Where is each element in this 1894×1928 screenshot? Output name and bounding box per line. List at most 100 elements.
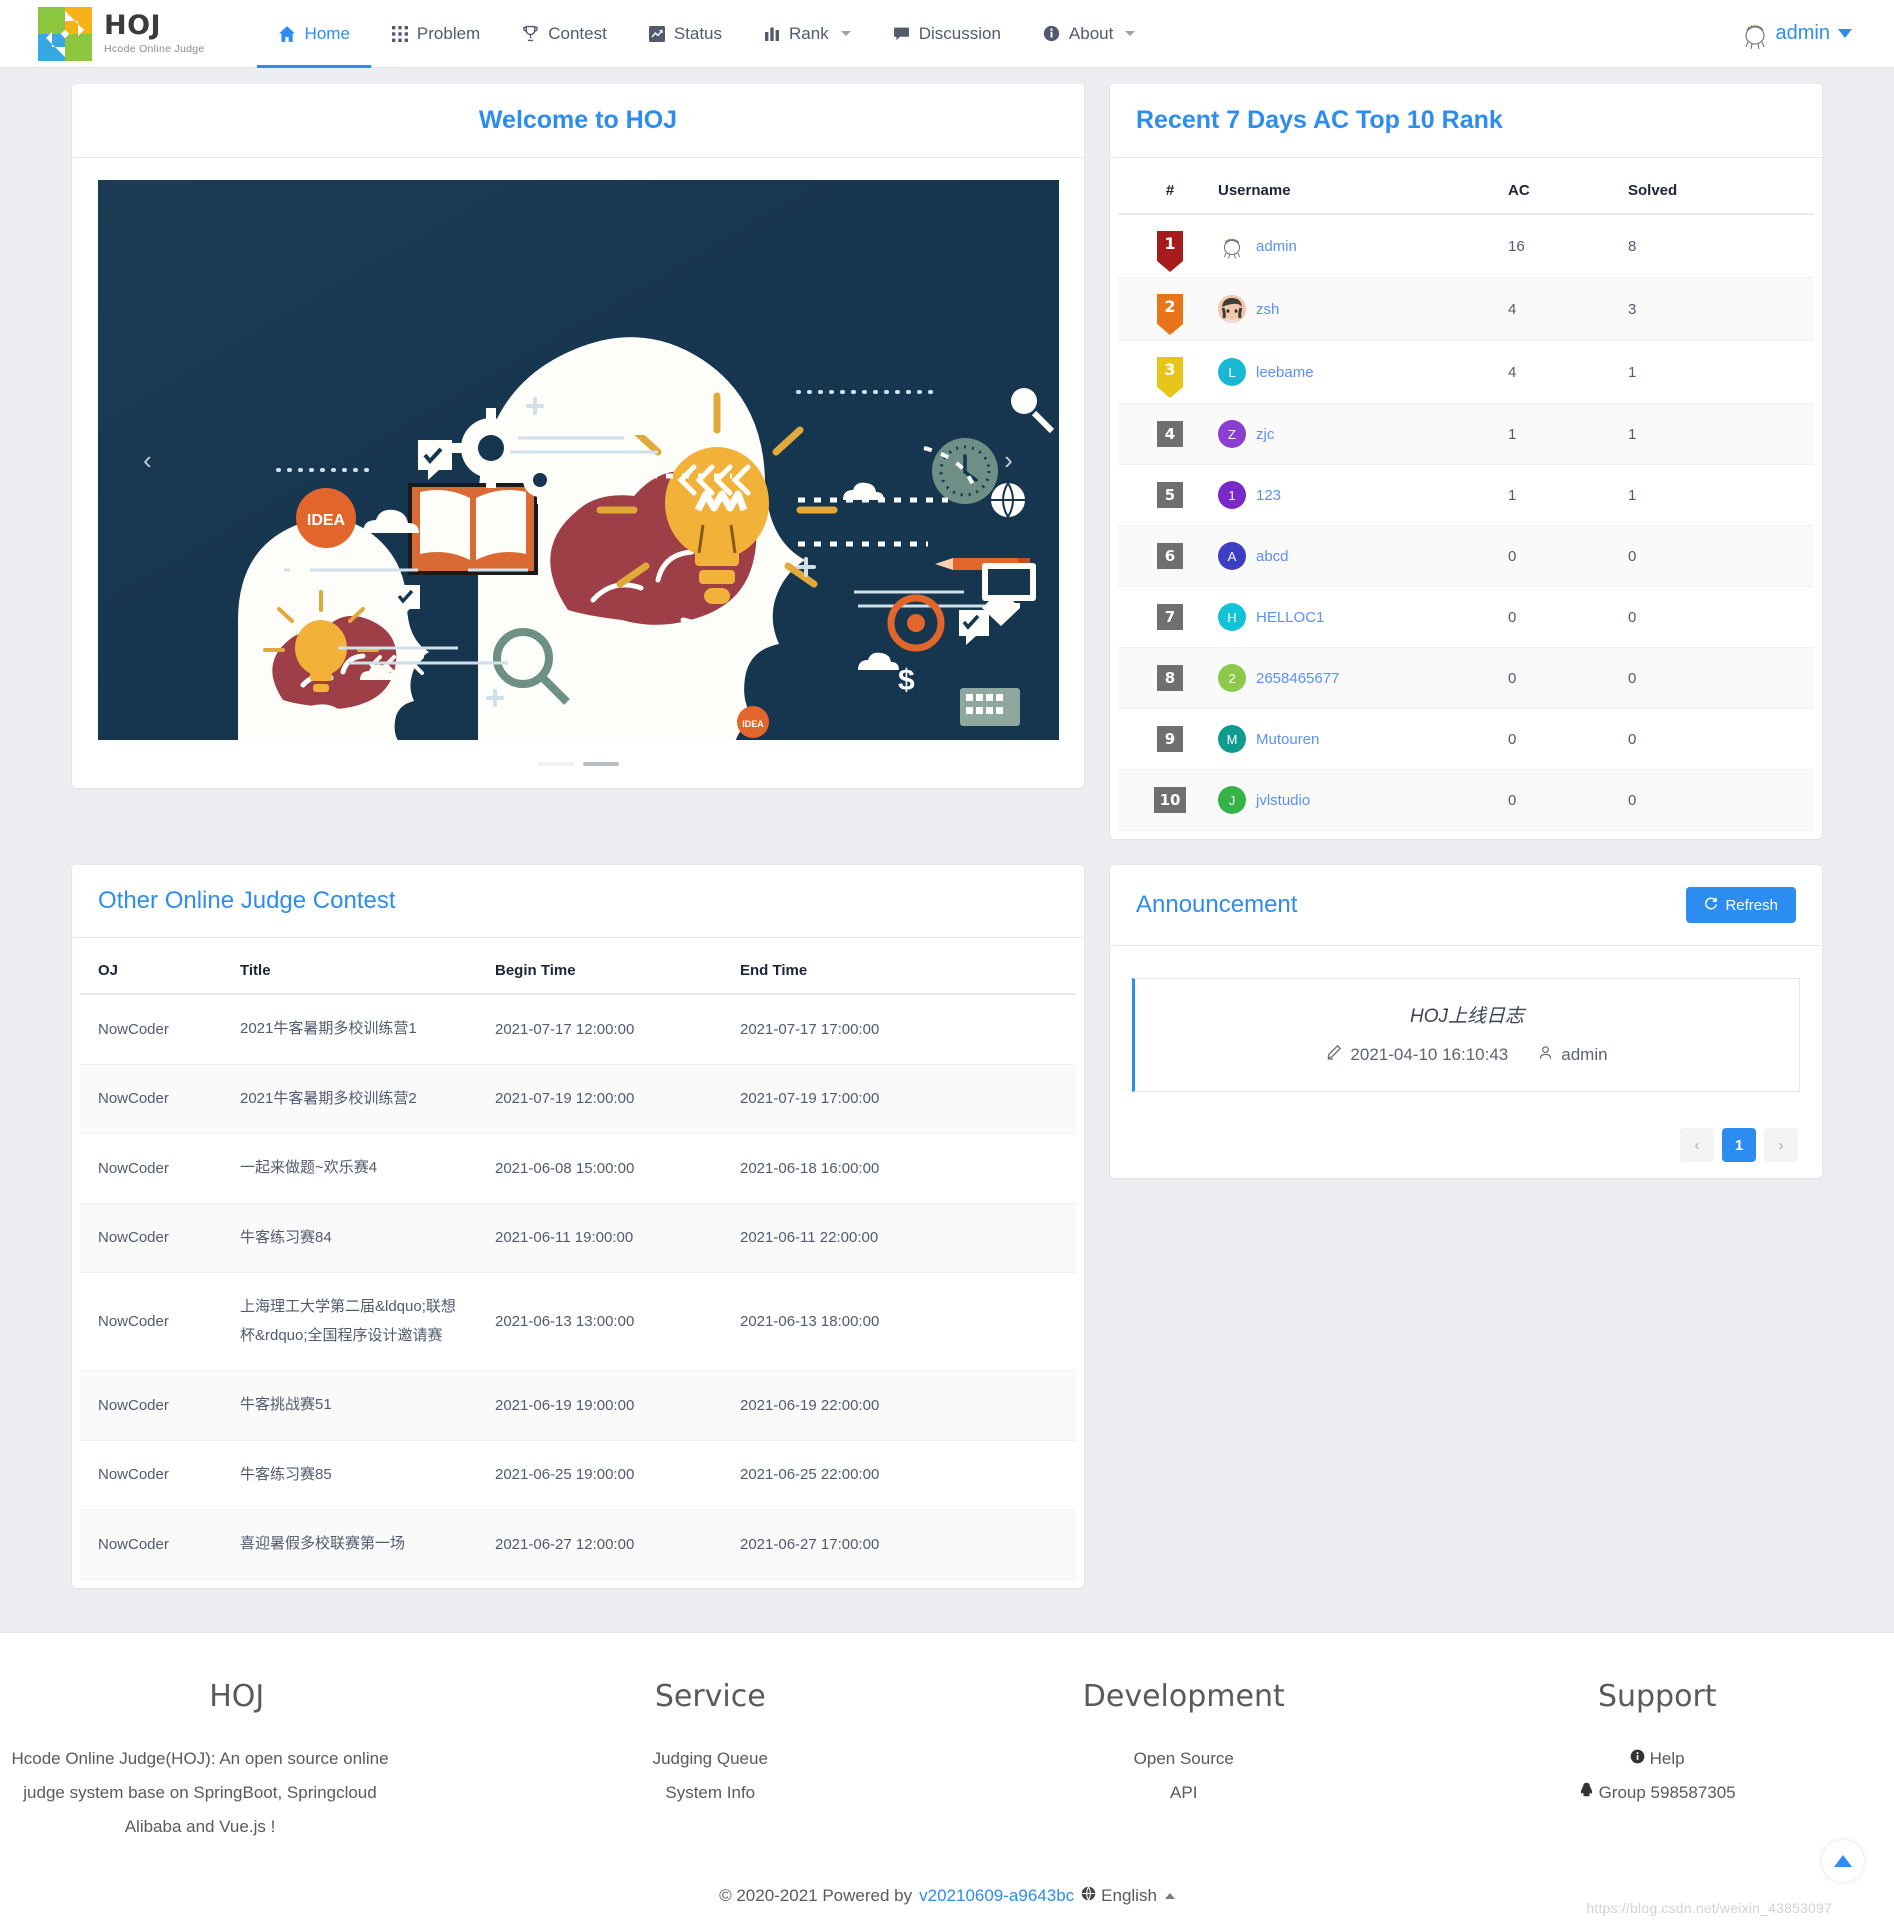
ac-count: 4 [1498, 341, 1618, 404]
end-time: 2021-07-17 17:00:00 [730, 994, 1076, 1064]
rank-number: 8 [1157, 665, 1183, 691]
nav-item-rank[interactable]: Rank [743, 0, 872, 68]
rank-column: Recent 7 Days AC Top 10 Rank # Username … [1110, 84, 1822, 865]
language-label: English [1101, 1886, 1157, 1906]
chevron-down-icon [1838, 29, 1852, 38]
nav-item-about[interactable]: About [1022, 0, 1156, 68]
pagination-next-button[interactable]: › [1764, 1128, 1798, 1162]
nav-item-contest[interactable]: Contest [501, 0, 628, 68]
trophy-icon [522, 25, 539, 42]
footer-link-help[interactable]: Help [1421, 1742, 1894, 1776]
end-time: 2021-06-19 22:00:00 [730, 1371, 1076, 1441]
footer-heading: Development [947, 1679, 1421, 1714]
carousel-prev-button[interactable]: ‹ [130, 442, 166, 478]
username-link[interactable]: zsh [1256, 301, 1279, 318]
rank-number: 10 [1154, 787, 1186, 813]
banner-carousel[interactable]: IDEA IDEA [98, 180, 1059, 740]
brand-logo[interactable]: HOJ Hcode Online Judge [38, 7, 205, 61]
rank-card-body: # Username AC Solved 1admin1682zsh433Lle… [1110, 158, 1822, 839]
table-row[interactable]: NowCoder2021牛客暑期多校训练营22021-07-19 12:00:0… [80, 1064, 1076, 1134]
home-icon [278, 25, 296, 43]
table-row[interactable]: 1admin168 [1118, 214, 1814, 278]
table-row[interactable]: 82265846567700 [1118, 648, 1814, 709]
username-link[interactable]: HELLOC1 [1256, 609, 1324, 626]
table-row[interactable]: NowCoder2021牛客暑期多校训练营12021-07-17 12:00:0… [80, 994, 1076, 1064]
rank-number: 2 [1164, 297, 1175, 316]
table-row[interactable]: 7HHELLOC100 [1118, 587, 1814, 648]
rank-table-header-row: # Username AC Solved [1118, 168, 1814, 214]
table-row[interactable]: 2zsh43 [1118, 278, 1814, 341]
username-link[interactable]: leebame [1256, 364, 1314, 381]
comment-icon [893, 25, 910, 42]
username-link[interactable]: 2658465677 [1256, 670, 1339, 687]
avatar-letter: L [1218, 358, 1246, 386]
footer-heading: HOJ [0, 1679, 474, 1714]
nav-item-home[interactable]: Home [257, 0, 371, 68]
avatar-letter: A [1218, 542, 1246, 570]
top-row: Welcome to HOJ [72, 84, 1822, 865]
table-row[interactable]: 6Aabcd00 [1118, 526, 1814, 587]
info-icon [1043, 25, 1060, 42]
end-time: 2021-07-19 17:00:00 [730, 1064, 1076, 1134]
solved-count: 1 [1618, 341, 1814, 404]
nav-item-status[interactable]: Status [628, 0, 743, 68]
user-menu[interactable]: admin [1738, 17, 1852, 51]
announcement-card: Announcement Refresh HOJ上线日志 [1110, 865, 1822, 1178]
solved-count: 8 [1618, 214, 1814, 278]
carousel-dot-1[interactable] [538, 762, 574, 766]
pagination-prev-button[interactable]: ‹ [1680, 1128, 1714, 1162]
contest-title: 上海理工大学第二届&ldquo;联想杯&rdquo;全国程序设计邀请赛 [230, 1273, 485, 1371]
announcement-item[interactable]: HOJ上线日志 2021-04-10 16:10:43 [1132, 978, 1800, 1092]
table-row[interactable]: 4Zzjc11 [1118, 404, 1814, 465]
footer-link-api[interactable]: API [947, 1776, 1421, 1810]
username-link[interactable]: abcd [1256, 548, 1289, 565]
back-to-top-button[interactable] [1822, 1840, 1864, 1882]
rank-cell: 5 [1118, 465, 1208, 526]
table-row[interactable]: 9MMutouren00 [1118, 709, 1814, 770]
carousel-next-button[interactable]: › [991, 442, 1027, 478]
nav-item-discussion[interactable]: Discussion [872, 0, 1022, 68]
rank-cell: 7 [1118, 587, 1208, 648]
contest-panel-title: Other Online Judge Contest [98, 887, 396, 915]
oj-name: NowCoder [80, 1134, 230, 1204]
footer-link-judging-queue[interactable]: Judging Queue [474, 1742, 948, 1776]
table-row[interactable]: 5112311 [1118, 465, 1814, 526]
username-link[interactable]: 123 [1256, 487, 1281, 504]
pencil-icon [1326, 1044, 1342, 1065]
table-row[interactable]: NowCoder牛客练习赛852021-06-25 19:00:002021-0… [80, 1440, 1076, 1510]
welcome-card-body: IDEA IDEA [72, 158, 1084, 788]
rank-badge: 1 [1157, 231, 1183, 261]
username-link[interactable]: admin [1256, 238, 1297, 255]
banner-illustration: IDEA IDEA [98, 180, 1059, 740]
username-cell: Lleebame [1208, 341, 1498, 404]
language-switcher[interactable]: English [1081, 1886, 1175, 1906]
end-time: 2021-06-13 18:00:00 [730, 1273, 1076, 1371]
qq-icon [1579, 1783, 1599, 1802]
begin-time: 2021-06-13 13:00:00 [485, 1273, 730, 1371]
pagination-page-1[interactable]: 1 [1722, 1128, 1756, 1162]
username-link[interactable]: jvlstudio [1256, 792, 1310, 809]
table-row[interactable]: 10Jjvlstudio00 [1118, 770, 1814, 831]
contest-col-oj: OJ [80, 948, 230, 994]
announcement-column: Announcement Refresh HOJ上线日志 [1110, 865, 1822, 1204]
table-row[interactable]: NowCoder牛客练习赛842021-06-11 19:00:002021-0… [80, 1203, 1076, 1273]
footer-link-open-source[interactable]: Open Source [947, 1742, 1421, 1776]
page-title: Welcome to HOJ [98, 106, 1058, 135]
footer-link-system-info[interactable]: System Info [474, 1776, 948, 1810]
table-row[interactable]: NowCoder喜迎暑假多校联赛第一场2021-06-27 12:00:0020… [80, 1510, 1076, 1580]
username-label: admin [1776, 22, 1830, 45]
table-row[interactable]: NowCoder牛客挑战赛512021-06-19 19:00:002021-0… [80, 1371, 1076, 1441]
username-link[interactable]: zjc [1256, 426, 1274, 443]
table-row[interactable]: NowCoder上海理工大学第二届&ldquo;联想杯&rdquo;全国程序设计… [80, 1273, 1076, 1371]
contest-title: 2021牛客暑期多校训练营1 [230, 994, 485, 1064]
table-row[interactable]: NowCoder一起来做题~欢乐赛42021-06-08 15:00:00202… [80, 1134, 1076, 1204]
refresh-button[interactable]: Refresh [1686, 887, 1796, 923]
nav-item-problem[interactable]: Problem [371, 0, 501, 68]
table-row[interactable]: 3Lleebame41 [1118, 341, 1814, 404]
username-cell: MMutouren [1208, 709, 1498, 770]
version-link[interactable]: v20210609-a9643bc [919, 1886, 1074, 1906]
footer-link-qq-group[interactable]: Group 598587305 [1421, 1776, 1894, 1810]
carousel-dot-2[interactable] [583, 762, 619, 766]
username-link[interactable]: Mutouren [1256, 731, 1319, 748]
oj-name: NowCoder [80, 994, 230, 1064]
